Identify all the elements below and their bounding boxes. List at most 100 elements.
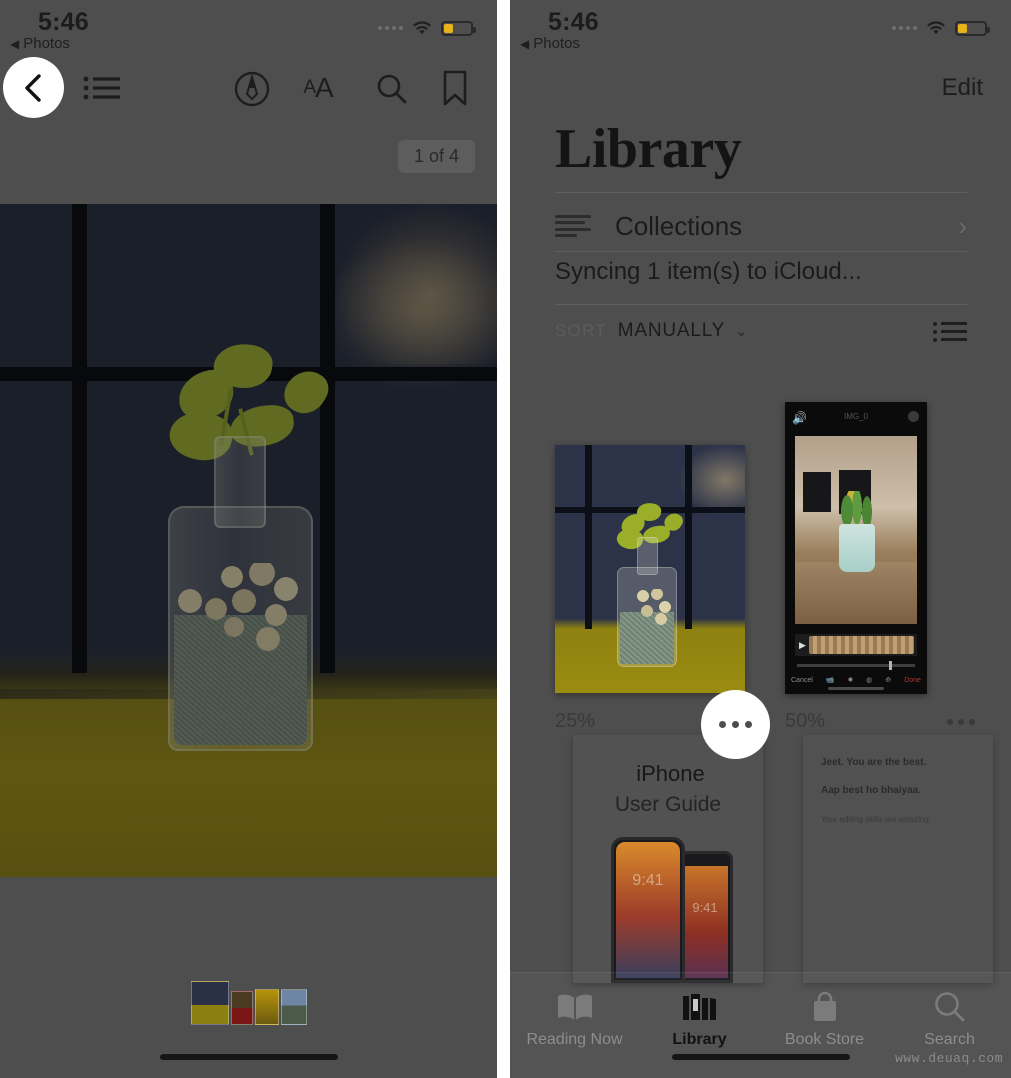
chevron-right-icon: › bbox=[958, 210, 967, 241]
site-watermark: www.deuaq.com bbox=[895, 1051, 1003, 1066]
collections-row[interactable]: Collections › bbox=[555, 203, 967, 249]
text-size-small-a: A bbox=[303, 77, 316, 98]
return-to-photos-link[interactable]: ◀ Photos bbox=[10, 35, 70, 52]
tab-search[interactable]: Search bbox=[887, 987, 1011, 1049]
phone-time-1: 9:41 bbox=[632, 872, 664, 889]
status-time: 5:46 bbox=[38, 8, 89, 36]
tab-book-store-label: Book Store bbox=[784, 1031, 865, 1048]
sync-status-text: Syncing 1 item(s) to iCloud... bbox=[555, 258, 862, 285]
divider-3 bbox=[555, 304, 967, 305]
play-icon: ▶ bbox=[799, 639, 806, 650]
video-filter-icon: ◍ bbox=[866, 677, 873, 684]
right-status-bar: 5:46 ◀ Photos bbox=[510, 0, 1011, 58]
page-indicator: 1 of 4 bbox=[397, 140, 475, 173]
window-frame-vertical-right bbox=[320, 204, 335, 673]
status-indicators bbox=[378, 20, 476, 36]
home-indicator-right bbox=[671, 1054, 850, 1060]
book-page-photo bbox=[0, 204, 497, 877]
phone-time-2: 9:41 bbox=[692, 900, 718, 915]
table-of-contents-icon[interactable] bbox=[82, 70, 122, 106]
text-size-large-a: A bbox=[315, 72, 334, 103]
iphone-render-primary: 9:41 bbox=[611, 837, 685, 983]
return-to-photos-link[interactable]: ◀ Photos bbox=[520, 35, 580, 52]
tab-reading-now[interactable]: Reading Now bbox=[512, 987, 637, 1049]
book-3-subtitle: User Guide bbox=[614, 793, 722, 816]
highlighted-more-button[interactable] bbox=[701, 690, 770, 759]
video-cancel-label: Cancel bbox=[791, 676, 813, 684]
window-frame-vertical-left bbox=[72, 204, 87, 673]
video-brightness-icon: ✹ bbox=[847, 677, 854, 684]
tab-library[interactable]: Library bbox=[637, 987, 762, 1049]
tab-reading-now-label: Reading Now bbox=[526, 1031, 623, 1048]
thumbnail-2[interactable] bbox=[231, 991, 253, 1025]
back-app-label: Photos bbox=[23, 35, 70, 52]
books-shelf-icon bbox=[637, 987, 762, 1027]
book-cover-4[interactable]: Jeet. You are the best. Aap best ho bhai… bbox=[803, 735, 993, 983]
tab-book-store[interactable]: Book Store bbox=[762, 987, 887, 1049]
back-triangle-icon: ◀ bbox=[10, 36, 20, 51]
page-thumbnails-strip[interactable] bbox=[191, 981, 307, 1025]
divider-2 bbox=[555, 251, 967, 252]
video-camera-icon: 📹 bbox=[825, 677, 835, 684]
tab-search-label: Search bbox=[924, 1031, 975, 1048]
reader-toolbar: AA bbox=[0, 58, 497, 118]
thumbnail-1[interactable] bbox=[191, 981, 229, 1025]
ellipsis-icon bbox=[719, 721, 752, 728]
page-title: Library bbox=[555, 118, 742, 180]
book-cover-3[interactable]: iPhone User Guide 9:41 9:41 bbox=[573, 735, 763, 983]
cellular-dots-icon bbox=[378, 26, 403, 30]
book-4-line-3: Your editing skills are amazing. bbox=[821, 815, 931, 824]
book-row-1: 25% 🔊 IMG_0 ▶ Cancel 📹 ✹ ◍ ⟰ Done 50% bbox=[555, 390, 975, 735]
bookmark-icon[interactable] bbox=[438, 68, 472, 108]
book-cover-1[interactable] bbox=[555, 445, 745, 693]
home-indicator-left bbox=[159, 1054, 338, 1060]
window-light-glow bbox=[335, 204, 497, 364]
thumbnail-4[interactable] bbox=[281, 989, 307, 1025]
video-scrubber bbox=[797, 661, 915, 670]
edit-button[interactable]: Edit bbox=[942, 74, 983, 102]
sort-label: SORT bbox=[555, 321, 607, 340]
open-book-icon bbox=[512, 987, 637, 1027]
book-4-line-1: Jeet. You are the best. bbox=[821, 757, 927, 768]
tab-library-label: Library bbox=[672, 1031, 727, 1048]
video-crop-icon: ⟰ bbox=[885, 677, 892, 684]
search-icon[interactable] bbox=[373, 70, 411, 108]
battery-low-icon bbox=[441, 20, 476, 36]
close-icon bbox=[908, 411, 919, 422]
glass-bottle-terrarium bbox=[164, 340, 335, 751]
sort-value[interactable]: MANUALLY bbox=[618, 320, 725, 342]
highlighted-back-button[interactable] bbox=[3, 57, 64, 118]
shopping-bag-icon bbox=[762, 987, 887, 1027]
book-grid: 25% 🔊 IMG_0 ▶ Cancel 📹 ✹ ◍ ⟰ Done 50% iP… bbox=[555, 390, 993, 995]
back-app-label: Photos bbox=[533, 35, 580, 52]
text-size-button[interactable]: AA bbox=[296, 68, 340, 108]
book-2-progress: 50% bbox=[785, 710, 826, 732]
collections-label: Collections bbox=[615, 210, 743, 241]
markup-pen-icon[interactable] bbox=[232, 70, 272, 108]
left-status-bar: 5:46 ◀ Photos bbox=[0, 0, 497, 58]
book-1-progress: 25% bbox=[555, 710, 596, 732]
wifi-icon bbox=[925, 20, 947, 36]
book-3-title: iPhone bbox=[573, 761, 763, 787]
status-indicators bbox=[892, 20, 990, 36]
screenshot-root: 5:46 ◀ Photos A A 1 of 4 5:46 ◀ Photos E… bbox=[0, 0, 1011, 1078]
book-cover-2[interactable]: 🔊 IMG_0 ▶ Cancel 📹 ✹ ◍ ⟰ Done bbox=[785, 402, 927, 694]
right-phone-screen: 5:46 ◀ Photos Edit Library Collections ›… bbox=[510, 0, 1011, 1078]
left-phone-screen: 5:46 ◀ Photos A A 1 of 4 bbox=[0, 0, 497, 1078]
cellular-dots-icon bbox=[892, 26, 917, 30]
video-done-label: Done bbox=[904, 676, 921, 684]
book-row-2: iPhone User Guide 9:41 9:41 Jeet. You ar… bbox=[555, 735, 993, 995]
thumbnail-3[interactable] bbox=[255, 989, 279, 1025]
chevron-down-icon[interactable]: ⌄ bbox=[735, 322, 748, 340]
battery-low-icon bbox=[955, 20, 990, 36]
list-view-icon[interactable] bbox=[933, 320, 967, 342]
sort-row: SORT MANUALLY ⌄ bbox=[555, 320, 967, 342]
book-3-brand: iPhone bbox=[636, 761, 705, 786]
search-icon bbox=[887, 987, 1011, 1027]
iphone-render-secondary: 9:41 bbox=[677, 851, 733, 983]
collections-lines-icon bbox=[555, 215, 591, 237]
divider-1 bbox=[555, 192, 967, 193]
status-time: 5:46 bbox=[548, 8, 599, 36]
book-2-more-icon[interactable] bbox=[947, 718, 975, 725]
video-title: IMG_0 bbox=[843, 412, 868, 421]
